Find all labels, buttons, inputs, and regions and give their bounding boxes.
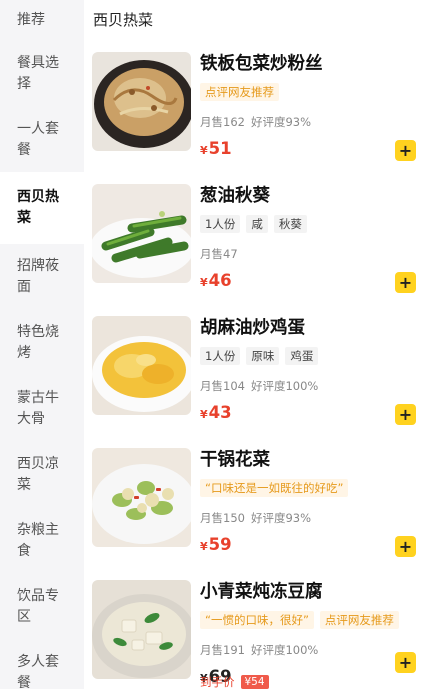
dish-tag: 点评网友推荐 — [200, 83, 279, 101]
add-to-cart-button[interactable]: + — [395, 404, 416, 425]
plus-icon: + — [398, 140, 413, 160]
dish-image[interactable] — [92, 580, 191, 679]
dish-price: ¥59 — [200, 535, 232, 554]
dish-card[interactable]: 干锅花菜 “口味还是一如既往的好吃” 月售150 好评度93% ¥59 + — [84, 440, 432, 572]
promo-badge: ¥54 — [240, 675, 269, 689]
dish-name: 小青菜炖冻豆腐 — [200, 582, 323, 602]
dish-image[interactable] — [92, 52, 191, 151]
sidebar-item-hot-dishes[interactable]: 西贝热菜 — [0, 172, 84, 244]
sidebar-item-drinks[interactable]: 饮品专区 — [0, 574, 84, 640]
dish-tags: 1人份 原味 鸡蛋 — [200, 347, 319, 365]
add-to-cart-button[interactable]: + — [395, 140, 416, 161]
dish-stats: 月售47 — [200, 246, 238, 262]
monthly-sales: 月售47 — [200, 247, 238, 261]
sidebar-item-label: 餐具选择 — [17, 55, 59, 92]
dish-price: ¥51 — [200, 139, 232, 158]
sidebar-item-label: 西贝热菜 — [17, 189, 59, 226]
dish-tags: 1人份 咸 秋葵 — [200, 215, 307, 233]
sidebar-item-staple[interactable]: 杂粮主食 — [0, 508, 84, 574]
dish-tag: “一惯的口味，很好” — [200, 611, 314, 629]
dish-stats: 月售191 好评度100% — [200, 642, 318, 658]
dish-card[interactable]: 小青菜炖冻豆腐 “一惯的口味，很好” 点评网友推荐 月售191 好评度100% ¥… — [84, 572, 432, 689]
dish-tag: 鸡蛋 — [285, 347, 319, 365]
rating: 好评度100% — [250, 379, 319, 393]
dish-card[interactable]: 葱油秋葵 1人份 咸 秋葵 月售47 ¥46 + — [84, 176, 432, 308]
monthly-sales: 月售150 — [200, 511, 245, 525]
price-value: 46 — [208, 271, 232, 290]
sidebar-item-label: 饮品专区 — [17, 588, 59, 625]
dish-name: 胡麻油炒鸡蛋 — [200, 318, 305, 338]
monthly-sales: 月售162 — [200, 115, 245, 129]
dish-name: 铁板包菜炒粉丝 — [200, 54, 323, 74]
dish-tags: 点评网友推荐 — [200, 83, 279, 101]
sidebar-item-single-set[interactable]: 一人套餐 — [0, 108, 84, 172]
sidebar-item-label: 西贝凉菜 — [17, 456, 59, 493]
plus-icon: + — [398, 652, 413, 672]
rating: 好评度93% — [250, 511, 312, 525]
price-value: 43 — [208, 403, 232, 422]
add-to-cart-button[interactable]: + — [395, 652, 416, 673]
dish-tag: 秋葵 — [273, 215, 307, 233]
dish-image[interactable] — [92, 184, 191, 283]
monthly-sales: 月售191 — [200, 643, 245, 657]
rating: 好评度93% — [250, 115, 312, 129]
plus-icon: + — [398, 404, 413, 424]
sidebar-item-cold-dishes[interactable]: 西贝凉菜 — [0, 442, 84, 508]
price-value: 59 — [208, 535, 232, 554]
dish-tags: “一惯的口味，很好” 点评网友推荐 — [200, 611, 399, 629]
app: 推荐 餐具选择 一人套餐 西贝热菜 招牌莜面 特色烧烤 蒙古牛大骨 西贝凉菜 杂… — [0, 0, 432, 689]
currency-symbol: ¥ — [200, 408, 208, 421]
dish-image[interactable] — [92, 448, 191, 547]
dish-tag: 1人份 — [200, 347, 241, 365]
add-to-cart-button[interactable]: + — [395, 272, 416, 293]
sidebar-item-label: 蒙古牛大骨 — [17, 390, 59, 427]
sidebar-item-label: 一人套餐 — [17, 121, 59, 158]
promo-label: 到手价 — [200, 675, 235, 689]
sidebar-item-label: 多人套餐 — [17, 654, 59, 689]
sidebar-item-bbq[interactable]: 特色烧烤 — [0, 310, 84, 376]
sidebar-item-label: 特色烧烤 — [17, 324, 59, 361]
dish-tag: 原味 — [246, 347, 280, 365]
dish-card[interactable]: 铁板包菜炒粉丝 点评网友推荐 月售162 好评度93% ¥51 + — [84, 44, 432, 176]
sidebar-item-beef-bone[interactable]: 蒙古牛大骨 — [0, 376, 84, 442]
currency-symbol: ¥ — [200, 540, 208, 553]
dish-tag: 1人份 — [200, 215, 241, 233]
dish-list: 西贝热菜 铁板包菜炒粉丝 点评网友推荐 月售162 好评度93% ¥51 + 葱… — [84, 0, 432, 689]
dish-image[interactable] — [92, 316, 191, 415]
dish-stats: 月售162 好评度93% — [200, 114, 311, 130]
dish-name: 葱油秋葵 — [200, 186, 270, 206]
section-title: 西贝热菜 — [93, 11, 154, 29]
dish-price: ¥43 — [200, 403, 232, 422]
dish-stats: 月售150 好评度93% — [200, 510, 311, 526]
sidebar-item-label: 招牌莜面 — [17, 258, 59, 295]
sidebar-item-tableware[interactable]: 餐具选择 — [0, 40, 84, 108]
sidebar-item-label: 推荐 — [17, 11, 45, 28]
sidebar-item-label: 杂粮主食 — [17, 522, 59, 559]
dish-name: 干锅花菜 — [200, 450, 270, 470]
monthly-sales: 月售104 — [200, 379, 245, 393]
sidebar-item-multi-set[interactable]: 多人套餐 — [0, 640, 84, 689]
sidebar-item-oat-noodles[interactable]: 招牌莜面 — [0, 244, 84, 310]
dish-tags: “口味还是一如既往的好吃” — [200, 479, 349, 497]
dish-card[interactable]: 胡麻油炒鸡蛋 1人份 原味 鸡蛋 月售104 好评度100% ¥43 + — [84, 308, 432, 440]
sidebar-item-recommend[interactable]: 推荐 — [0, 0, 84, 40]
plus-icon: + — [398, 272, 413, 292]
plus-icon: + — [398, 536, 413, 556]
dish-tag: “口味还是一如既往的好吃” — [200, 479, 349, 497]
dish-price: ¥46 — [200, 271, 232, 290]
add-to-cart-button[interactable]: + — [395, 536, 416, 557]
rating: 好评度100% — [250, 643, 319, 657]
promo-price: 到手价 ¥54 — [200, 674, 269, 689]
category-sidebar: 推荐 餐具选择 一人套餐 西贝热菜 招牌莜面 特色烧烤 蒙古牛大骨 西贝凉菜 杂… — [0, 0, 84, 689]
dish-stats: 月售104 好评度100% — [200, 378, 318, 394]
currency-symbol: ¥ — [200, 144, 208, 157]
dish-tag: 点评网友推荐 — [319, 611, 399, 629]
currency-symbol: ¥ — [200, 276, 208, 289]
price-value: 51 — [208, 139, 232, 158]
dish-tag: 咸 — [246, 215, 268, 233]
